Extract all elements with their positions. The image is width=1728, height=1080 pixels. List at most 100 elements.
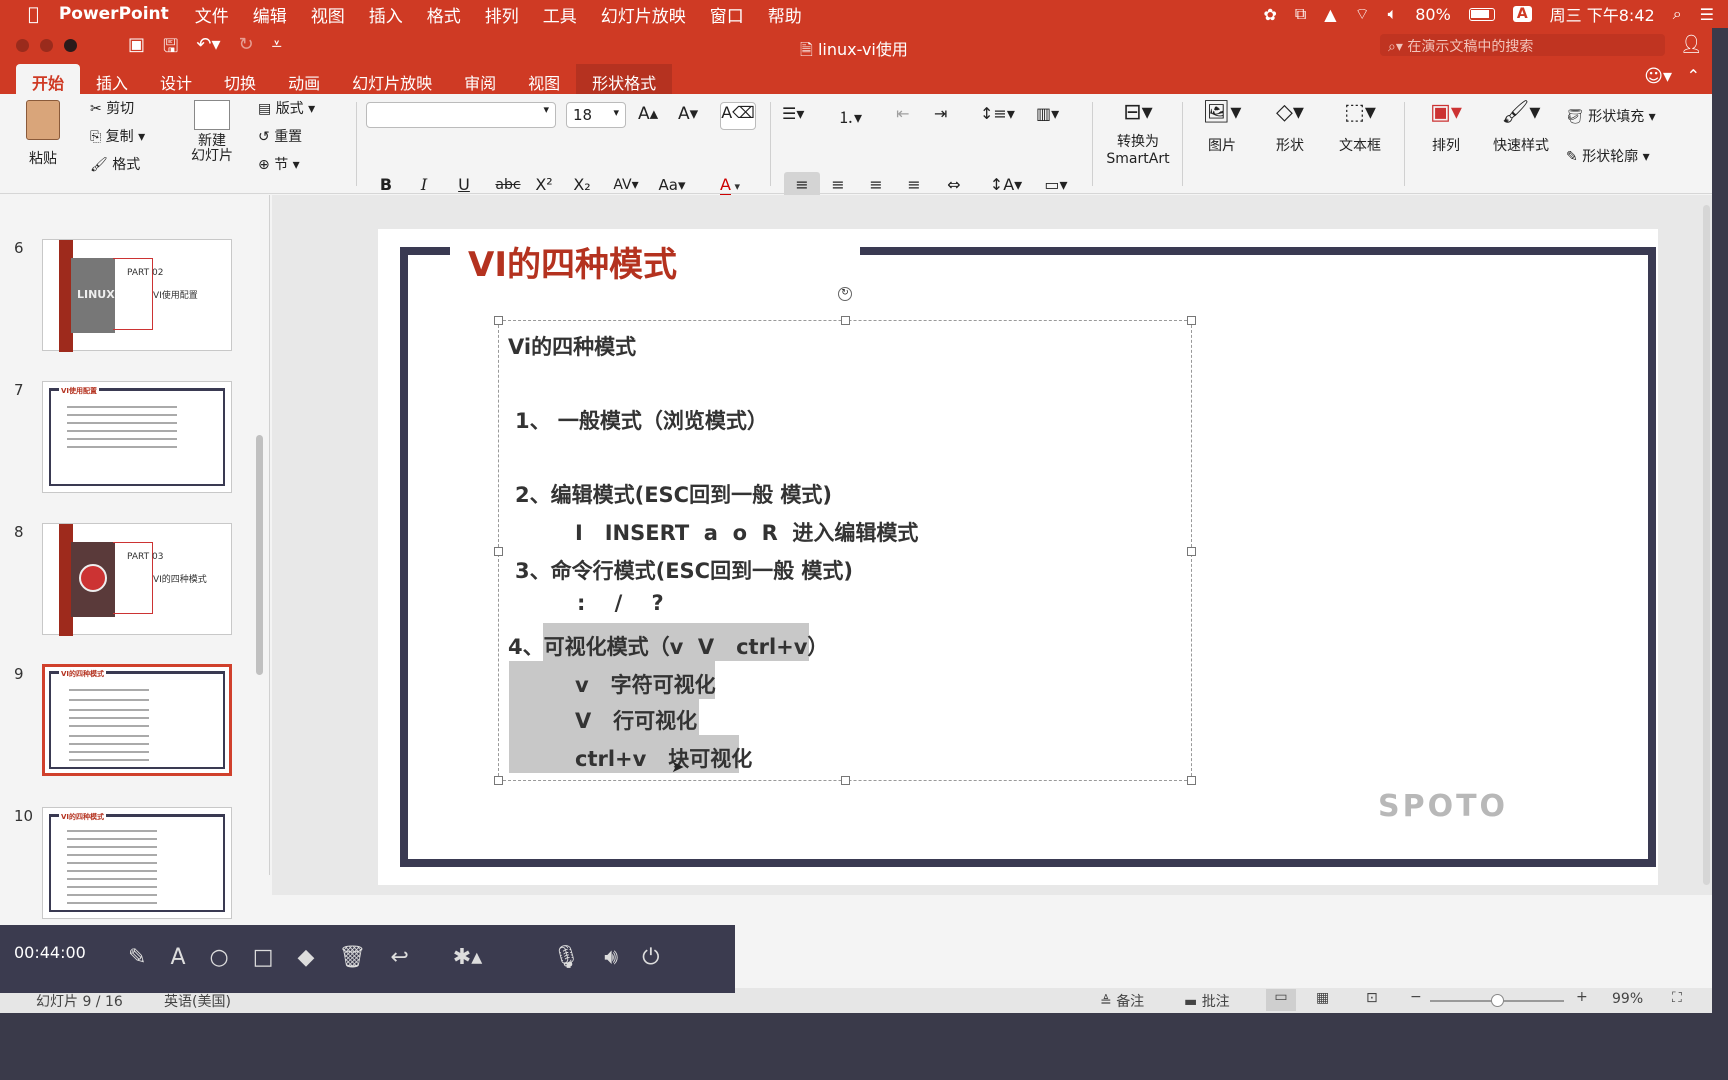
columns-icon[interactable]: ▥▾: [1036, 104, 1059, 123]
copy-button[interactable]: ⎘ 复制 ▾: [90, 126, 145, 146]
resize-handle[interactable]: [1187, 547, 1196, 556]
slide-thumbnail[interactable]: VI的四种模式: [42, 807, 232, 919]
close-window-button[interactable]: [16, 39, 29, 52]
tab-review[interactable]: 审阅: [448, 64, 512, 94]
menu-tools[interactable]: 工具: [543, 2, 577, 27]
text-line[interactable]: ctrl+v 块可视化: [575, 743, 752, 773]
speaker-icon[interactable]: 🔊︎: [604, 945, 618, 970]
thumbnail-scrollbar[interactable]: [256, 435, 263, 675]
text-tool-icon[interactable]: A: [170, 945, 185, 970]
language-indicator[interactable]: 英语(美国): [164, 991, 231, 1011]
tab-view[interactable]: 视图: [512, 64, 576, 94]
slide-sorter-button[interactable]: ▦: [1316, 990, 1329, 1006]
font-name-select[interactable]: ▾: [366, 102, 556, 128]
spotlight-icon[interactable]: ⌕: [1673, 4, 1682, 24]
format-painter-button[interactable]: 🖌︎ 格式: [90, 154, 140, 174]
clock[interactable]: 周三 下午8:42: [1550, 2, 1655, 26]
decrease-indent-icon[interactable]: ⇤: [896, 104, 909, 123]
customize-toolbar-icon[interactable]: ⩡: [272, 34, 282, 64]
eraser-tool-icon[interactable]: ◆: [298, 945, 315, 970]
battery-icon[interactable]: [1468, 7, 1495, 21]
window-icon[interactable]: ⧉: [1295, 4, 1306, 24]
quick-styles-button[interactable]: 🖌︎▾ 快速样式: [1484, 100, 1558, 155]
menu-edit[interactable]: 编辑: [253, 2, 287, 27]
textbox-button[interactable]: ⬚▾ 文本框: [1330, 100, 1390, 155]
new-slide-button[interactable]: 新建 幻灯片: [182, 100, 242, 164]
menu-arrange[interactable]: 排列: [485, 2, 519, 27]
pen-tool-icon[interactable]: ✎: [128, 945, 146, 970]
zoom-slider-thumb[interactable]: [1491, 994, 1504, 1007]
reset-button[interactable]: ↺ 重置: [258, 126, 302, 146]
resize-handle[interactable]: [841, 316, 850, 325]
cut-button[interactable]: ✂ 剪切: [90, 98, 134, 118]
menu-slideshow[interactable]: 幻灯片放映: [601, 2, 686, 27]
text-line[interactable]: V 行可视化: [575, 705, 697, 735]
zoom-window-button[interactable]: [64, 39, 77, 52]
menu-window[interactable]: 窗口: [710, 2, 744, 27]
apple-icon[interactable]: : [28, 4, 39, 25]
menu-view[interactable]: 视图: [311, 2, 345, 27]
smiley-icon[interactable]: ☺▾: [1644, 66, 1672, 87]
slide-thumbnail[interactable]: VI使用配置: [42, 381, 232, 493]
fit-slide-icon[interactable]: ⛶: [1672, 990, 1682, 1006]
text-line[interactable]: I INSERT a o R 进入编辑模式: [575, 517, 918, 547]
menu-help[interactable]: 帮助: [768, 2, 802, 27]
volume-icon[interactable]: 🔈︎: [1388, 4, 1398, 24]
slide-thumbnail[interactable]: PART 03 VI的四种模式: [42, 523, 232, 636]
collapse-ribbon-icon[interactable]: ⌃: [1687, 66, 1700, 85]
zoom-slider[interactable]: [1430, 994, 1564, 1007]
menu-insert[interactable]: 插入: [369, 2, 403, 27]
menu-format[interactable]: 格式: [427, 2, 461, 27]
minimize-window-button[interactable]: [40, 39, 53, 52]
notification-center-icon[interactable]: ☰: [1700, 5, 1714, 24]
share-icon[interactable]: 👤︎: [1680, 34, 1703, 55]
tab-home[interactable]: 开始: [16, 64, 81, 94]
section-button[interactable]: ⊕ 节 ▾: [258, 154, 300, 174]
comments-button[interactable]: ▬ 批注: [1184, 991, 1230, 1011]
trash-icon[interactable]: 🗑︎: [338, 945, 366, 970]
text-line[interactable]: v 字符可视化: [575, 669, 716, 699]
text-line[interactable]: : / ?: [577, 591, 664, 615]
redo-icon[interactable]: ↻: [238, 34, 253, 64]
shape-fill-button[interactable]: 🪣︎ 形状填充 ▾: [1566, 106, 1656, 126]
notes-button[interactable]: ≜ 备注: [1100, 991, 1144, 1011]
increase-font-icon[interactable]: A▴: [638, 104, 658, 124]
picture-button[interactable]: 🖼︎▾ 图片: [1194, 100, 1250, 155]
resize-handle[interactable]: [494, 316, 503, 325]
tab-transitions[interactable]: 切换: [208, 64, 272, 94]
resize-handle[interactable]: [494, 776, 503, 785]
slide-title[interactable]: VI的四种模式: [468, 237, 677, 286]
normal-view-button[interactable]: ▭: [1266, 989, 1296, 1011]
resize-handle[interactable]: [1187, 776, 1196, 785]
text-line[interactable]: 3、命令行模式(ESC回到一般 模式): [515, 555, 853, 585]
shape-button[interactable]: ◇▾ 形状: [1262, 100, 1318, 155]
bullets-icon[interactable]: ☰▾: [782, 104, 804, 123]
rotate-handle[interactable]: ↻: [838, 287, 852, 301]
clear-formatting-icon[interactable]: A⌫: [720, 102, 756, 130]
microphone-icon[interactable]: 🎙︎: [552, 945, 580, 970]
tab-animations[interactable]: 动画: [272, 64, 336, 94]
save-icon[interactable]: 🖫︎: [163, 34, 178, 64]
presenter-view-button[interactable]: ⊡: [1366, 990, 1378, 1006]
shape-outline-button[interactable]: ✎ 形状轮廓 ▾: [1566, 146, 1650, 166]
decrease-font-icon[interactable]: A▾: [678, 104, 698, 124]
text-line[interactable]: 4、可视化模式（v V ctrl+v）: [508, 631, 828, 661]
font-size-select[interactable]: 18 ▾: [566, 102, 626, 128]
resize-handle[interactable]: [1187, 316, 1196, 325]
flower-icon[interactable]: ✿: [1263, 5, 1276, 24]
zoom-in-button[interactable]: +: [1576, 989, 1588, 1005]
tab-slideshow[interactable]: 幻灯片放映: [336, 64, 448, 94]
canvas-scrollbar[interactable]: [1703, 205, 1710, 885]
paste-button[interactable]: 粘贴: [16, 100, 70, 168]
mountain-icon[interactable]: ▲: [1324, 5, 1336, 24]
sidebar-toggle-icon[interactable]: ▣: [128, 34, 145, 64]
input-method-icon[interactable]: A: [1512, 6, 1532, 22]
text-box[interactable]: ↻ Vi的四种模式 1、 一般模式（浏览模式） 2、编辑模式(ESC回到一般 模…: [494, 287, 1196, 785]
text-line-heading[interactable]: Vi的四种模式: [508, 331, 636, 361]
rectangle-tool-icon[interactable]: □: [253, 945, 274, 970]
line-spacing-icon[interactable]: ↕≡▾: [980, 104, 1015, 123]
layout-button[interactable]: ▤ 版式 ▾: [258, 98, 315, 118]
zoom-out-button[interactable]: −: [1410, 989, 1422, 1005]
text-line[interactable]: 2、编辑模式(ESC回到一般 模式): [515, 479, 832, 509]
slide-thumbnail-selected[interactable]: VI的四种模式: [42, 664, 232, 776]
